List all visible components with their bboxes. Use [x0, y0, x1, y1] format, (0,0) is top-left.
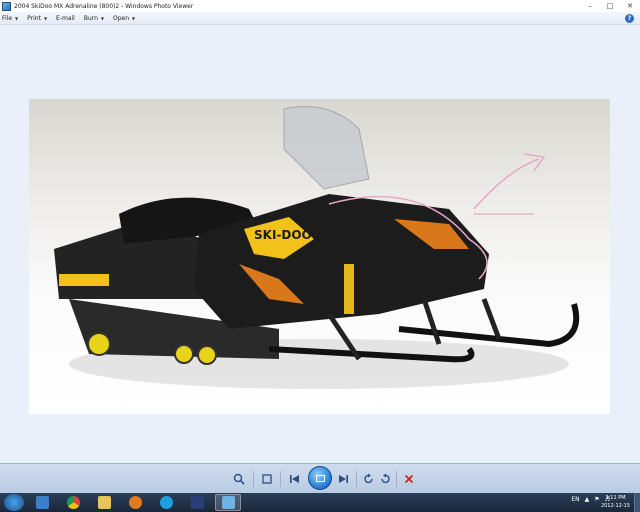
menu-file-label: File [2, 14, 13, 22]
explorer-icon [35, 496, 49, 509]
maximize-button[interactable]: □ [604, 2, 616, 11]
photo-app-icon [190, 496, 204, 509]
window-title: 2004 SkiDoo MX Adrenaline (800)2 - Windo… [14, 2, 194, 10]
menu-burn-label: Burn [83, 14, 98, 22]
network-icon[interactable]: ▲ [585, 496, 590, 503]
skype-icon [159, 496, 173, 509]
chrome-icon [66, 496, 80, 509]
taskbar-app-skype[interactable] [153, 494, 179, 511]
help-icon[interactable]: ? [625, 14, 634, 23]
taskbar [0, 493, 640, 512]
taskbar-app-folder[interactable] [91, 494, 117, 511]
previous-icon[interactable] [288, 473, 302, 485]
menu-open-label: Open [113, 14, 130, 22]
menu-bar: File ▼ Print ▼ E-mail Burn ▼ Open ▼ [0, 12, 640, 25]
actual-size-icon[interactable] [260, 473, 274, 485]
menu-burn[interactable]: Burn ▼ [84, 15, 104, 22]
flag-icon[interactable]: ⚑ [594, 496, 599, 503]
clock[interactable]: 3:11 PM 2012-12-15 [601, 494, 630, 510]
taskbar-app-explorer[interactable] [29, 494, 55, 511]
taskbar-app-photo-viewer[interactable] [215, 494, 241, 511]
clock-time: 3:11 PM [605, 495, 626, 501]
show-desktop-button[interactable] [634, 493, 640, 512]
slideshow-glyph [316, 475, 325, 482]
folder-icon [97, 496, 111, 509]
close-button[interactable]: ✕ [624, 2, 636, 11]
toolbar-separator [396, 471, 397, 487]
brand-decal-text: SKI-DOO [254, 228, 312, 242]
snowmobile-illustration: SKI-DOO [54, 106, 580, 389]
menu-print[interactable]: Print ▼ [27, 15, 47, 22]
taskbar-app-chrome[interactable] [60, 494, 86, 511]
menu-print-label: Print [27, 14, 41, 22]
chevron-down-icon: ▼ [100, 15, 104, 21]
menu-email-label: E-mail [56, 14, 75, 22]
clock-date: 2012-12-15 [600, 503, 630, 509]
toolbar-separator [280, 471, 281, 487]
start-button[interactable] [4, 494, 24, 511]
language-indicator[interactable]: EN [571, 496, 579, 503]
menu-email[interactable]: E-mail [56, 15, 75, 22]
rotate-clockwise-icon[interactable] [378, 473, 392, 485]
media-player-icon [128, 496, 142, 509]
photo-viewer-app-icon [2, 1, 11, 11]
title-bar: 2004 SkiDoo MX Adrenaline (800)2 - Windo… [0, 0, 640, 12]
menu-file[interactable]: File ▼ [2, 15, 18, 22]
menu-open[interactable]: Open ▼ [113, 15, 135, 22]
taskbar-app-photo[interactable] [184, 494, 210, 511]
toolbar-separator [253, 471, 254, 487]
next-icon[interactable] [336, 473, 350, 485]
chevron-down-icon: ▼ [132, 15, 136, 21]
snowmobile-photo: SKI-DOO [29, 99, 610, 414]
chevron-down-icon: ▼ [15, 15, 19, 21]
toolbar-separator [356, 471, 357, 487]
image-viewer-area: SKI-DOO [0, 25, 640, 463]
taskbar-app-media[interactable] [122, 494, 148, 511]
slideshow-icon[interactable] [308, 466, 332, 490]
minimize-button[interactable]: – [584, 2, 596, 11]
window-controls: – □ ✕ [584, 0, 636, 12]
delete-icon[interactable] [402, 473, 416, 485]
rotate-counterclockwise-icon[interactable] [362, 473, 376, 485]
zoom-icon[interactable] [232, 473, 246, 485]
chevron-down-icon: ▼ [43, 15, 48, 21]
photo-viewer-icon [221, 496, 235, 509]
